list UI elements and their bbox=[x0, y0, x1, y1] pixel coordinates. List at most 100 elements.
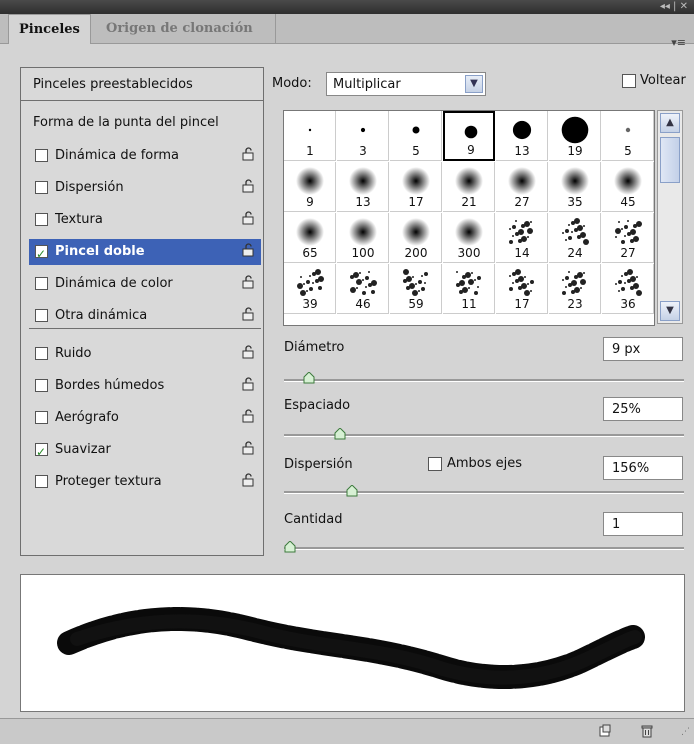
sidebar-item-1[interactable]: Dinámica de forma bbox=[29, 143, 261, 169]
lock-icon[interactable] bbox=[241, 307, 255, 321]
spacing-input[interactable]: 25% bbox=[603, 397, 683, 421]
lock-icon[interactable] bbox=[241, 243, 255, 257]
sidebar-item-4[interactable]: Pincel doble bbox=[29, 239, 261, 267]
brush-preset-cell[interactable]: 13 bbox=[496, 111, 548, 161]
count-input[interactable]: 1 bbox=[603, 512, 683, 536]
both-axes-label: Ambos ejes bbox=[447, 456, 523, 471]
brush-preset-cell[interactable]: 9 bbox=[284, 162, 336, 212]
diameter-slider-thumb[interactable] bbox=[303, 372, 315, 384]
sidebar-checkbox[interactable] bbox=[35, 241, 48, 267]
sidebar-item-7[interactable]: Ruido bbox=[29, 341, 261, 367]
sidebar-checkbox[interactable] bbox=[35, 439, 48, 465]
brush-preset-cell[interactable]: 35 bbox=[549, 162, 601, 212]
sidebar-checkbox[interactable] bbox=[35, 149, 48, 162]
both-axes-checkbox[interactable] bbox=[428, 457, 442, 471]
mode-select[interactable]: Multiplicar ▼ bbox=[326, 72, 486, 96]
brush-tip-shape-item[interactable]: Forma de la punta del pincel bbox=[21, 106, 263, 139]
sidebar-checkbox[interactable] bbox=[35, 213, 48, 226]
lock-icon[interactable] bbox=[241, 441, 255, 455]
scroll-down-icon[interactable]: ▼ bbox=[660, 301, 680, 321]
brush-preset-cell[interactable]: 200 bbox=[390, 213, 442, 263]
panel-menu-icon[interactable]: ▾≡ bbox=[671, 36, 686, 49]
brush-preset-cell[interactable]: 3 bbox=[337, 111, 389, 161]
count-slider-track[interactable] bbox=[284, 547, 684, 550]
lock-icon[interactable] bbox=[241, 275, 255, 289]
new-preset-icon[interactable] bbox=[598, 724, 612, 738]
scroll-up-icon[interactable]: ▲ bbox=[660, 113, 680, 133]
brush-size-label: 39 bbox=[302, 297, 318, 311]
brush-preset-cell[interactable]: 11 bbox=[443, 264, 495, 314]
spacing-slider-thumb[interactable] bbox=[334, 428, 346, 440]
brush-preset-grid: 1 3 5 9 13 19 5 9 13 17 21 27 35 45 65 100 200 300 14 24 27 3… bbox=[283, 110, 655, 326]
brush-preset-cell[interactable]: 21 bbox=[443, 162, 495, 212]
trash-icon[interactable] bbox=[640, 724, 654, 738]
window-controls[interactable]: ◂◂ | ✕ bbox=[660, 0, 688, 14]
brush-preset-cell[interactable]: 59 bbox=[390, 264, 442, 314]
stroke-preview bbox=[20, 574, 685, 712]
count-slider-thumb[interactable] bbox=[284, 541, 296, 553]
sidebar-checkbox[interactable] bbox=[35, 379, 48, 392]
sidebar-item-6[interactable]: Otra dinámica bbox=[29, 303, 261, 329]
brush-preset-cell[interactable]: 1 bbox=[284, 111, 336, 161]
sidebar-item-11[interactable]: Proteger textura bbox=[29, 469, 261, 495]
brush-preset-cell[interactable]: 23 bbox=[549, 264, 601, 314]
lock-icon[interactable] bbox=[241, 377, 255, 391]
resize-grip-icon[interactable]: ⋰ bbox=[681, 727, 690, 737]
brush-preset-cell[interactable]: 46 bbox=[337, 264, 389, 314]
lock-icon[interactable] bbox=[241, 179, 255, 193]
brush-tip-icon bbox=[561, 116, 589, 144]
brush-preset-cell[interactable]: 19 bbox=[549, 111, 601, 161]
chevron-down-icon[interactable]: ▼ bbox=[465, 75, 483, 93]
diameter-input[interactable]: 9 px bbox=[603, 337, 683, 361]
brush-preset-cell[interactable]: 65 bbox=[284, 213, 336, 263]
brush-preset-cell[interactable]: 36 bbox=[602, 264, 654, 314]
brush-preset-cell[interactable]: 13 bbox=[337, 162, 389, 212]
brush-preset-cell[interactable]: 100 bbox=[337, 213, 389, 263]
lock-icon[interactable] bbox=[241, 345, 255, 359]
brush-size-label: 45 bbox=[620, 195, 636, 209]
grid-scrollbar[interactable]: ▲ ▼ bbox=[657, 110, 683, 324]
sidebar-item-5[interactable]: Dinámica de color bbox=[29, 271, 261, 297]
sidebar-checkbox[interactable] bbox=[35, 347, 48, 360]
brush-preset-cell[interactable]: 9 bbox=[443, 111, 495, 161]
brush-preset-cell[interactable]: 5 bbox=[602, 111, 654, 161]
sidebar-item-10[interactable]: Suavizar bbox=[29, 437, 261, 465]
brush-preset-cell[interactable]: 17 bbox=[496, 264, 548, 314]
sidebar-item-2[interactable]: Dispersión bbox=[29, 175, 261, 201]
sidebar-checkbox[interactable] bbox=[35, 309, 48, 322]
scatter-slider-track[interactable] bbox=[284, 491, 684, 494]
brush-preset-cell[interactable]: 5 bbox=[390, 111, 442, 161]
tab-clone-source[interactable]: Origen de clonación bbox=[96, 14, 276, 43]
brush-size-label: 9 bbox=[467, 143, 475, 157]
sidebar-checkbox[interactable] bbox=[35, 277, 48, 290]
scroll-thumb[interactable] bbox=[660, 137, 680, 183]
brush-presets-item[interactable]: Pinceles preestablecidos bbox=[21, 68, 263, 101]
sidebar-item-label: Dinámica de color bbox=[55, 276, 173, 291]
tab-brushes[interactable]: Pinceles bbox=[8, 14, 91, 44]
sidebar-checkbox[interactable] bbox=[35, 475, 48, 488]
brush-preset-cell[interactable]: 14 bbox=[496, 213, 548, 263]
brush-size-label: 17 bbox=[408, 195, 424, 209]
sidebar-checkbox[interactable] bbox=[35, 411, 48, 424]
sidebar-item-3[interactable]: Textura bbox=[29, 207, 261, 233]
brush-preset-cell[interactable]: 27 bbox=[496, 162, 548, 212]
brush-tip-icon bbox=[615, 220, 642, 244]
flip-checkbox[interactable] bbox=[622, 74, 636, 88]
lock-icon[interactable] bbox=[241, 473, 255, 487]
brush-preset-cell[interactable]: 17 bbox=[390, 162, 442, 212]
scatter-input[interactable]: 156% bbox=[603, 456, 683, 480]
lock-icon[interactable] bbox=[241, 409, 255, 423]
brush-tip-icon bbox=[509, 220, 533, 244]
sidebar-item-8[interactable]: Bordes húmedos bbox=[29, 373, 261, 399]
diameter-slider-track[interactable] bbox=[284, 379, 684, 382]
brush-preset-cell[interactable]: 45 bbox=[602, 162, 654, 212]
sidebar-checkbox[interactable] bbox=[35, 181, 48, 194]
brush-preset-cell[interactable]: 39 bbox=[284, 264, 336, 314]
brush-preset-cell[interactable]: 27 bbox=[602, 213, 654, 263]
scatter-slider-thumb[interactable] bbox=[346, 485, 358, 497]
brush-preset-cell[interactable]: 24 bbox=[549, 213, 601, 263]
lock-icon[interactable] bbox=[241, 211, 255, 225]
brush-preset-cell[interactable]: 300 bbox=[443, 213, 495, 263]
sidebar-item-9[interactable]: Aerógrafo bbox=[29, 405, 261, 431]
lock-icon[interactable] bbox=[241, 147, 255, 161]
